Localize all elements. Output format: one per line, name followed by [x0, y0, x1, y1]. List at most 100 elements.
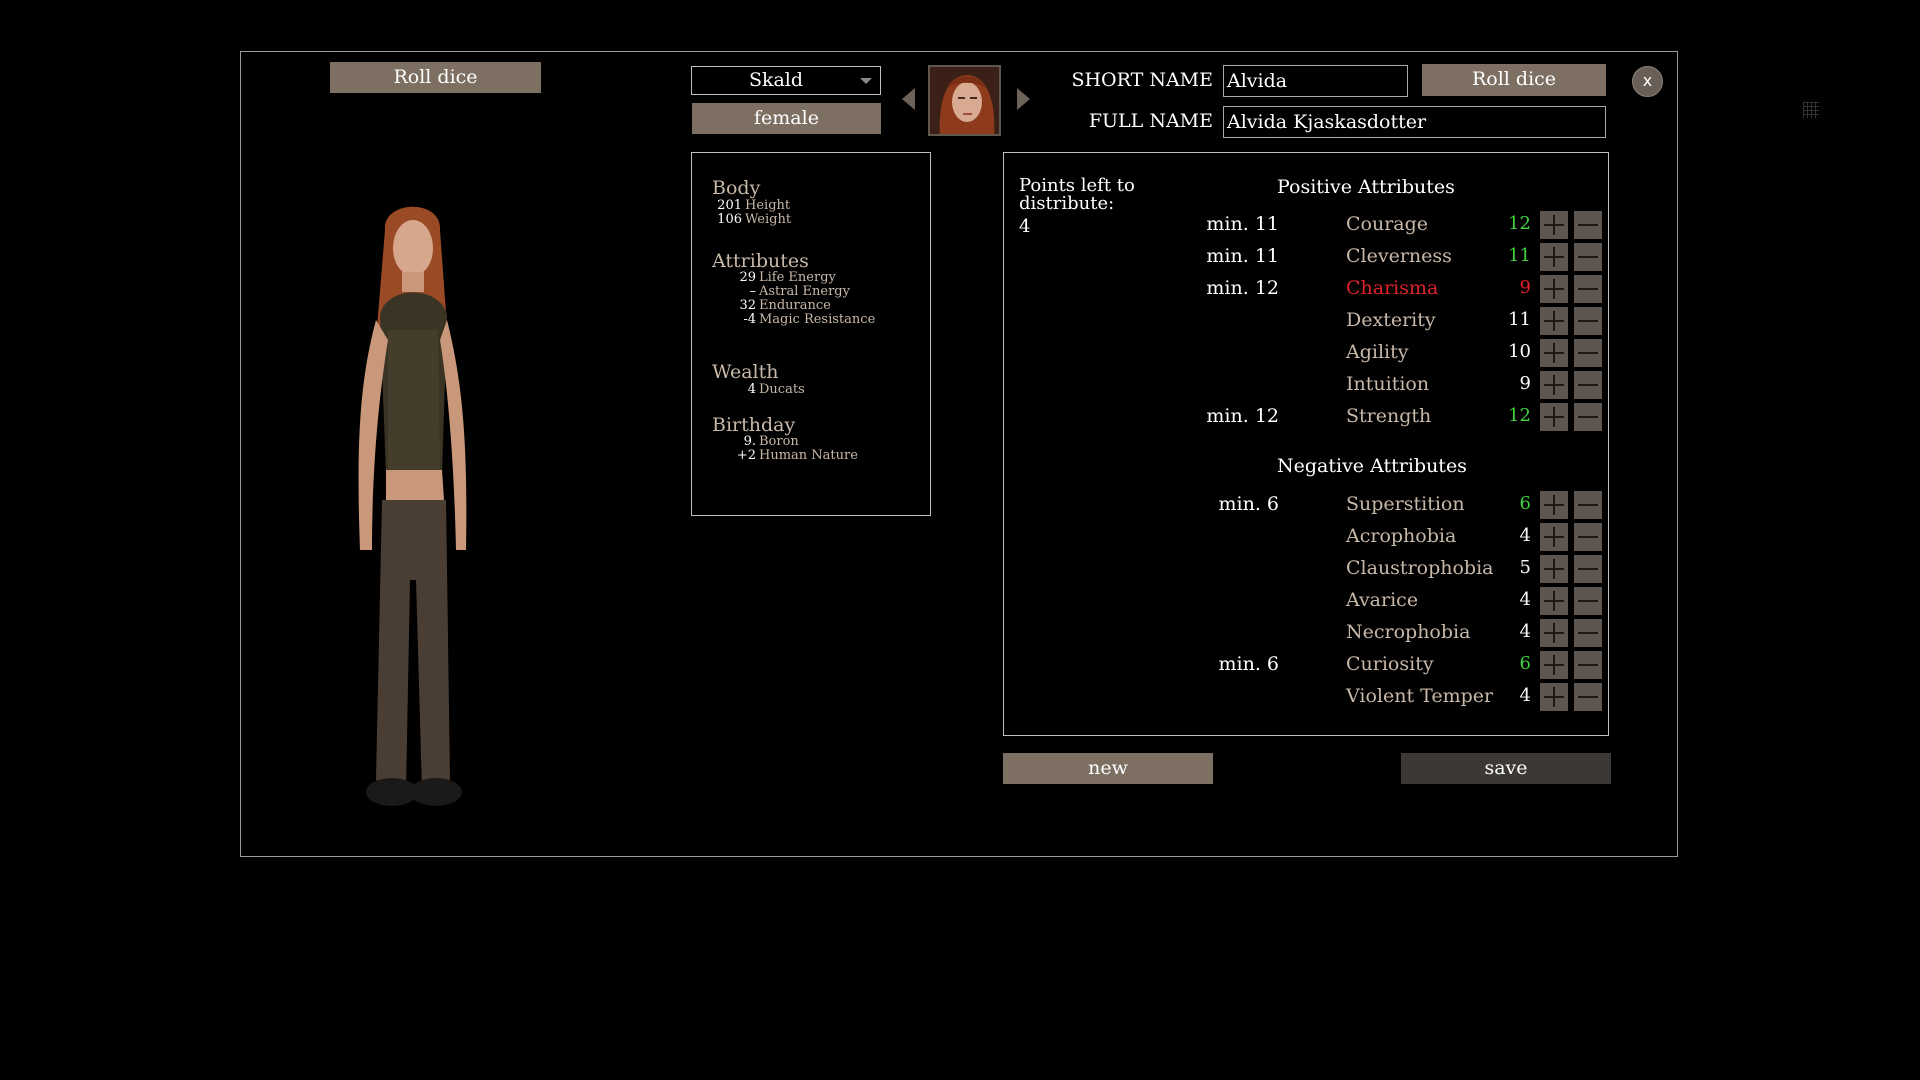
full-name-input[interactable]: Alvida Kjaskasdotter	[1223, 106, 1606, 138]
decrease-icon[interactable]	[1574, 211, 1602, 239]
body-title: Body	[712, 177, 761, 199]
chevron-down-icon	[860, 78, 872, 84]
attribute-min: min. 12	[1206, 277, 1279, 299]
class-select[interactable]: Skald	[691, 66, 881, 95]
attribute-value: 4	[1519, 685, 1531, 706]
grid-icon	[1803, 102, 1819, 118]
attribute-row: Claustrophobia 5	[1004, 555, 1610, 585]
increase-icon[interactable]	[1540, 651, 1568, 679]
endurance-stat: 32 Endurance	[739, 298, 831, 313]
points-left-label: Points left to distribute:	[1019, 175, 1135, 214]
increase-icon[interactable]	[1540, 339, 1568, 367]
decrease-icon[interactable]	[1574, 403, 1602, 431]
decrease-icon[interactable]	[1574, 275, 1602, 303]
portrait-image	[928, 65, 1001, 136]
attribute-name: Cleverness	[1346, 245, 1452, 267]
ducats-stat: 4 Ducats	[747, 382, 805, 397]
positive-attributes-title: Positive Attributes	[1277, 176, 1455, 198]
attribute-row: min. 12 Strength 12	[1004, 403, 1610, 433]
attribute-value: 12	[1508, 405, 1531, 426]
increase-icon[interactable]	[1540, 523, 1568, 551]
human-nature-stat: +2 Human Nature	[736, 448, 858, 463]
decrease-icon[interactable]	[1574, 555, 1602, 583]
attribute-min: min. 11	[1206, 213, 1279, 235]
life-energy-stat: 29 Life Energy	[739, 270, 836, 285]
attribute-row: Agility 10	[1004, 339, 1610, 369]
decrease-icon[interactable]	[1574, 587, 1602, 615]
attribute-name: Intuition	[1346, 373, 1430, 395]
increase-icon[interactable]	[1540, 243, 1568, 271]
short-name-input[interactable]: Alvida	[1223, 65, 1408, 97]
decrease-icon[interactable]	[1574, 243, 1602, 271]
roll-dice-name-button[interactable]: Roll dice	[1422, 64, 1606, 96]
class-select-value: Skald	[748, 69, 804, 91]
increase-icon[interactable]	[1540, 683, 1568, 711]
previous-portrait-icon[interactable]	[902, 88, 915, 110]
attribute-row: Violent Temper 4	[1004, 683, 1610, 713]
decrease-icon[interactable]	[1574, 307, 1602, 335]
attribute-row: min. 11 Courage 12	[1004, 211, 1610, 241]
wealth-title: Wealth	[712, 361, 779, 383]
increase-icon[interactable]	[1540, 555, 1568, 583]
attribute-row: Acrophobia 4	[1004, 523, 1610, 553]
character-stats-panel: Body 201 Height 106 Weight Attributes 29 Li…	[691, 152, 931, 516]
attribute-name: Superstition	[1346, 493, 1465, 515]
save-button[interactable]: save	[1401, 753, 1611, 784]
birthday-month-stat: 9. Boron	[743, 434, 799, 449]
attribute-min: min. 12	[1206, 405, 1279, 427]
weight-stat: 106 Weight	[717, 212, 792, 227]
decrease-icon[interactable]	[1574, 339, 1602, 367]
attribute-value: 9	[1519, 277, 1531, 298]
increase-icon[interactable]	[1540, 619, 1568, 647]
increase-icon[interactable]	[1540, 491, 1568, 519]
decrease-icon[interactable]	[1574, 523, 1602, 551]
gender-button[interactable]: female	[692, 103, 881, 134]
increase-icon[interactable]	[1540, 403, 1568, 431]
roll-dice-appearance-button[interactable]: Roll dice	[330, 62, 541, 93]
increase-icon[interactable]	[1540, 307, 1568, 335]
increase-icon[interactable]	[1540, 211, 1568, 239]
new-button[interactable]: new	[1003, 753, 1213, 784]
short-name-label: SHORT NAME	[1071, 69, 1213, 91]
attribute-name: Strength	[1346, 405, 1432, 427]
decrease-icon[interactable]	[1574, 619, 1602, 647]
increase-icon[interactable]	[1540, 587, 1568, 615]
increase-icon[interactable]	[1540, 275, 1568, 303]
attribute-min: min. 11	[1206, 245, 1279, 267]
attribute-name: Necrophobia	[1346, 621, 1471, 643]
decrease-icon[interactable]	[1574, 683, 1602, 711]
attribute-name: Violent Temper	[1346, 685, 1494, 707]
decrease-icon[interactable]	[1574, 491, 1602, 519]
attribute-row: min. 6 Curiosity 6	[1004, 651, 1610, 681]
attribute-name: Acrophobia	[1346, 525, 1457, 547]
attribute-value: 12	[1508, 213, 1531, 234]
attribute-name: Curiosity	[1346, 653, 1434, 675]
attribute-name: Agility	[1346, 341, 1409, 363]
attribute-min: min. 6	[1218, 653, 1280, 675]
attribute-name: Charisma	[1346, 277, 1439, 299]
negative-attributes-title: Negative Attributes	[1277, 455, 1467, 477]
attribute-value: 6	[1519, 493, 1531, 514]
increase-icon[interactable]	[1540, 371, 1568, 399]
attribute-name: Claustrophobia	[1346, 557, 1494, 579]
attribute-value: 10	[1508, 341, 1531, 362]
attribute-min: min. 6	[1218, 493, 1280, 515]
attribute-row: Necrophobia 4	[1004, 619, 1610, 649]
decrease-icon[interactable]	[1574, 651, 1602, 679]
close-button[interactable]: x	[1632, 66, 1663, 97]
attribute-value: 4	[1519, 621, 1531, 642]
next-portrait-icon[interactable]	[1017, 88, 1030, 110]
full-name-label: FULL NAME	[1088, 110, 1213, 132]
attribute-row: min. 11 Cleverness 11	[1004, 243, 1610, 273]
attribute-row: min. 12 Charisma 9	[1004, 275, 1610, 305]
attribute-name: Courage	[1346, 213, 1429, 235]
attribute-row: Dexterity 11	[1004, 307, 1610, 337]
attributes-title: Attributes	[712, 250, 809, 272]
attribute-name: Dexterity	[1346, 309, 1436, 331]
attribute-value: 4	[1519, 525, 1531, 546]
astral-energy-stat: – Astral Energy	[749, 284, 850, 299]
attribute-value: 11	[1508, 309, 1531, 330]
character-model	[330, 200, 530, 820]
attribute-row: Intuition 9	[1004, 371, 1610, 401]
decrease-icon[interactable]	[1574, 371, 1602, 399]
